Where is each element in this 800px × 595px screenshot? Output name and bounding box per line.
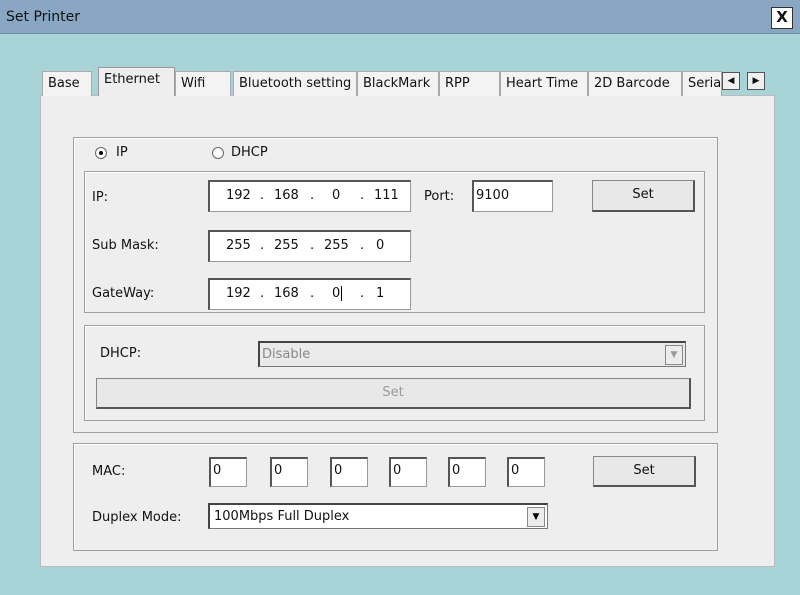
tab-blackmark[interactable]: BlackMark xyxy=(357,71,439,96)
tab-2d-barcode[interactable]: 2D Barcode xyxy=(588,71,682,96)
chevron-down-icon[interactable]: ▼ xyxy=(665,345,683,365)
duplex-mode-select[interactable]: 100Mbps Full Duplex ▼ xyxy=(208,503,548,529)
mask-octet: 255 xyxy=(324,238,349,253)
ip-octet: 192 xyxy=(226,188,251,203)
dot: . xyxy=(310,286,315,301)
mask-octet: 255 xyxy=(226,238,251,253)
gateway-octet: 192 xyxy=(226,286,251,301)
ip-label: IP: xyxy=(92,190,109,205)
gateway-octet: 1 xyxy=(376,286,385,301)
dot: . xyxy=(260,188,265,203)
dot: . xyxy=(360,286,365,301)
ip-address-input[interactable]: 192 . 168 . 0 . 111 xyxy=(208,180,411,212)
mac-input-1[interactable]: 0 xyxy=(209,457,247,487)
duplex-mode-value: 100Mbps Full Duplex xyxy=(214,509,350,524)
dhcp-select-value: Disable xyxy=(262,347,311,362)
gateway-octet: 168 xyxy=(274,286,299,301)
tab-base[interactable]: Base xyxy=(42,71,92,96)
tab-scroll-left-icon[interactable]: ◀ xyxy=(722,72,740,90)
sub-mask-input[interactable]: 255 . 255 . 255 . 0 xyxy=(208,230,411,262)
ip-octet: 168 xyxy=(274,188,299,203)
close-button[interactable]: X xyxy=(771,7,793,29)
mac-input-6[interactable]: 0 xyxy=(507,457,545,487)
mask-octet: 0 xyxy=(376,238,385,253)
tab-ethernet[interactable]: Ethernet xyxy=(98,67,175,96)
mac-input-5[interactable]: 0 xyxy=(448,457,486,487)
dhcp-radio-label: DHCP xyxy=(231,145,268,160)
mac-input-4[interactable]: 0 xyxy=(389,457,427,487)
dot: . xyxy=(310,188,315,203)
port-input[interactable]: 9100 xyxy=(472,180,553,212)
mac-input-3[interactable]: 0 xyxy=(330,457,368,487)
dhcp-select[interactable]: Disable ▼ xyxy=(258,341,686,367)
static-set-button[interactable]: Set xyxy=(592,180,695,212)
tab-rpp[interactable]: RPP xyxy=(439,71,500,96)
tab-scroll-right-icon[interactable]: ▶ xyxy=(747,72,765,90)
ip-octet: 111 xyxy=(374,188,399,203)
dhcp-radio[interactable] xyxy=(212,147,224,159)
sub-mask-label: Sub Mask: xyxy=(92,238,159,253)
tab-heart-time[interactable]: Heart Time xyxy=(500,71,588,96)
tab-wifi[interactable]: Wifi xyxy=(175,71,231,96)
dot: . xyxy=(310,238,315,253)
dhcp-label: DHCP: xyxy=(100,346,142,361)
mac-label: MAC: xyxy=(92,464,126,479)
chevron-down-icon[interactable]: ▼ xyxy=(527,507,545,527)
duplex-mode-label: Duplex Mode: xyxy=(92,510,182,525)
port-label: Port: xyxy=(424,189,455,204)
window-title: Set Printer xyxy=(6,9,81,25)
dhcp-set-button[interactable]: Set xyxy=(96,378,691,409)
dot: . xyxy=(360,188,365,203)
dot: . xyxy=(260,238,265,253)
mask-octet: 255 xyxy=(274,238,299,253)
mac-input-2[interactable]: 0 xyxy=(270,457,308,487)
gateway-octet: 0 xyxy=(332,286,343,301)
tab-serial[interactable]: Serial xyxy=(682,71,722,96)
title-bar: Set Printer xyxy=(0,0,800,34)
ip-octet: 0 xyxy=(332,188,341,203)
gateway-label: GateWay: xyxy=(92,286,155,301)
ip-radio-label: IP xyxy=(116,145,128,160)
gateway-input[interactable]: 192 . 168 . 0 . 1 xyxy=(208,278,411,310)
dot: . xyxy=(360,238,365,253)
tab-bluetooth-setting[interactable]: Bluetooth setting xyxy=(233,71,357,96)
ip-radio[interactable] xyxy=(95,147,107,159)
mac-set-button[interactable]: Set xyxy=(593,456,696,487)
dot: . xyxy=(260,286,265,301)
